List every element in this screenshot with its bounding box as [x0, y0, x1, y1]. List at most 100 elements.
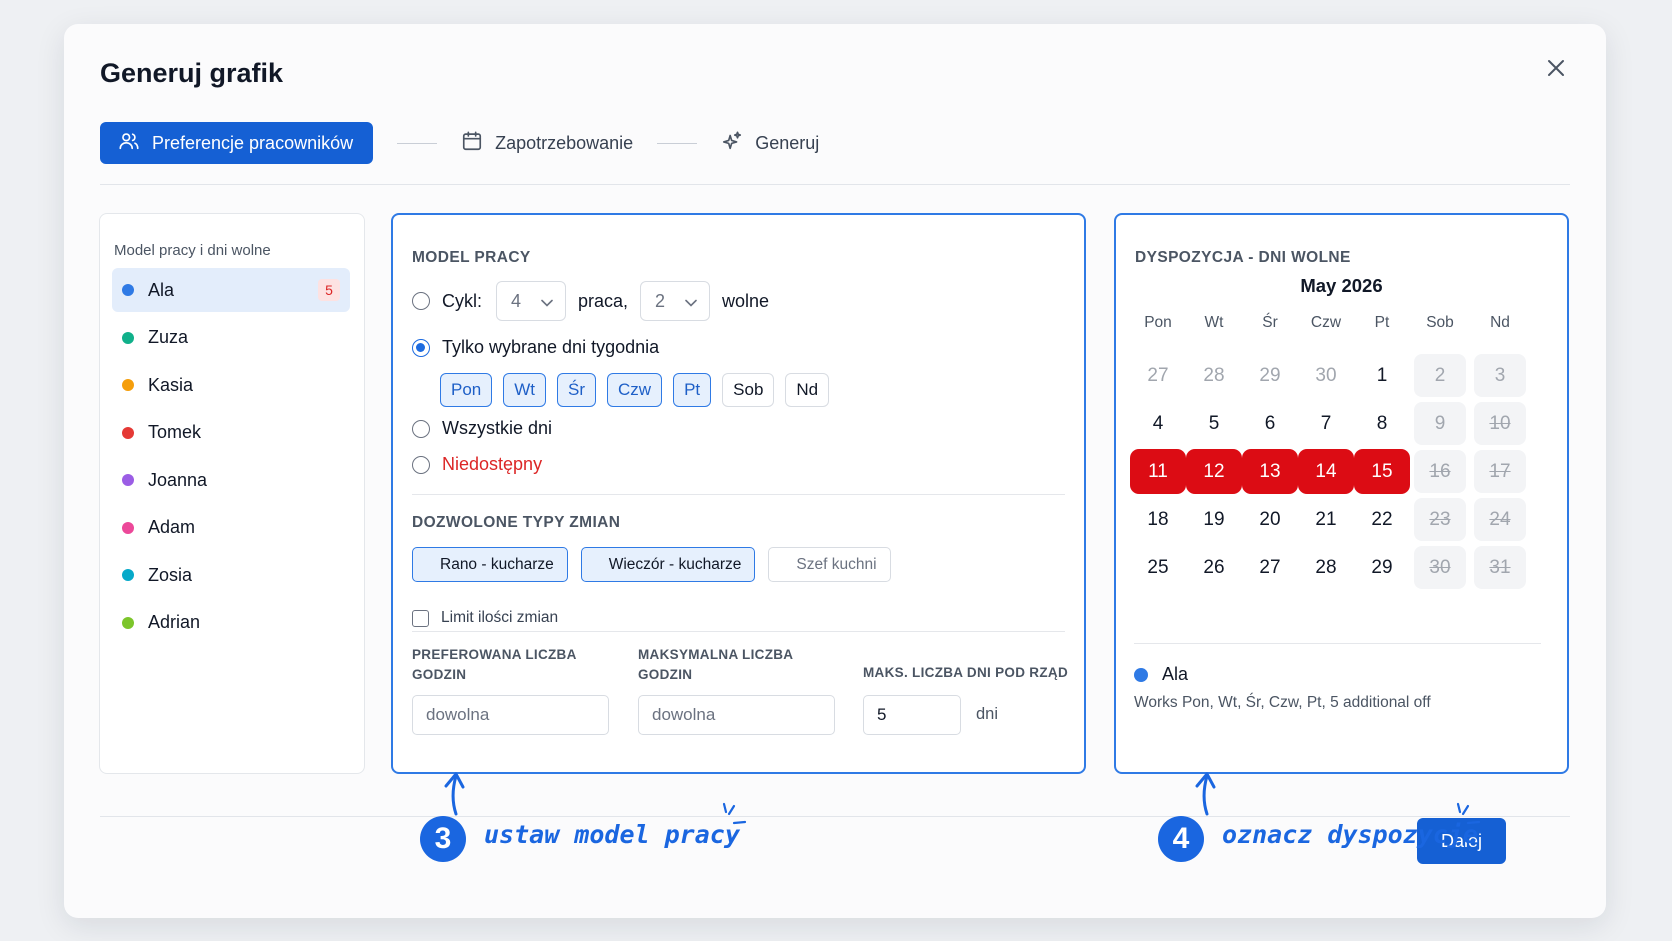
employee-item-adam[interactable]: Adam — [112, 506, 350, 550]
weekday-label: Czw — [1310, 314, 1342, 331]
calendar-day[interactable]: 25 — [1131, 545, 1185, 590]
step-employee-preferences[interactable]: Preferencje pracowników — [100, 122, 374, 164]
unavailable-option: Niedostępny — [412, 454, 542, 475]
day-toggle-nd[interactable]: Nd — [785, 373, 830, 407]
unavailable-label: Niedostępny — [442, 454, 543, 474]
selected-days-label: Tylko wybrane dni tygodnia — [442, 337, 660, 357]
calendar-month: May 2026 — [1300, 275, 1383, 296]
shift-type-morning-cooks[interactable]: Rano - kucharze — [412, 547, 568, 582]
day-toggle-pt[interactable]: Pt — [673, 373, 712, 407]
calendar-day[interactable]: 1 — [1355, 353, 1409, 398]
all-days-radio[interactable] — [412, 419, 430, 438]
calendar-day-weekend[interactable]: 30 — [1414, 546, 1466, 589]
calendar-weekday-header: Pon Wt Śr Czw Pt Sob Nd — [1130, 311, 1530, 335]
employee-panel-title: Model pracy i dni wolne — [114, 242, 271, 259]
preferred-hours-label: PREFEROWANA LICZBA GODZIN — [412, 647, 577, 682]
day-toggle-pon[interactable]: Pon — [440, 373, 493, 407]
employee-item-tomek[interactable]: Tomek — [112, 411, 350, 455]
cycle-off-select[interactable]: 2 — [640, 281, 711, 321]
weekday-label: Sob — [1426, 314, 1454, 331]
calendar-day[interactable]: 8 — [1355, 401, 1409, 446]
calendar-day-weekend[interactable]: 9 — [1414, 402, 1466, 445]
calendar-day-off[interactable]: 13 — [1242, 449, 1298, 494]
employee-name: Zosia — [148, 564, 193, 585]
all-days-label: Wszystkie dni — [442, 418, 553, 438]
max-consecutive-days-input[interactable]: 5 — [863, 695, 961, 735]
calendar-day-weekend[interactable]: 16 — [1414, 450, 1466, 493]
arrow-up-icon — [1195, 772, 1216, 816]
unavailable-radio[interactable] — [412, 455, 430, 474]
employee-color-dot — [122, 474, 134, 486]
annotation-text: oznacz dyspozycje — [1222, 820, 1478, 849]
calendar-day-off[interactable]: 11 — [1130, 449, 1186, 494]
employee-item-joanna[interactable]: Joanna — [112, 458, 350, 502]
calendar-day-weekend[interactable]: 23 — [1414, 498, 1466, 541]
employee-item-kasia[interactable]: Kasia — [112, 363, 350, 407]
employee-item-ala[interactable]: Ala 5 — [112, 268, 350, 312]
calendar-day[interactable]: 6 — [1243, 401, 1297, 446]
calendar-day-off[interactable]: 12 — [1186, 449, 1242, 494]
calendar-day-weekend[interactable]: 31 — [1474, 546, 1526, 589]
shift-type-group: Rano - kucharze Wieczór - kucharze Szef … — [412, 547, 891, 582]
calendar-day[interactable]: 19 — [1187, 497, 1241, 542]
cycle-work-select[interactable]: 4 — [496, 281, 566, 321]
calendar-day-off[interactable]: 14 — [1298, 449, 1354, 494]
calendar-day-weekend[interactable]: 2 — [1414, 354, 1466, 397]
calendar-day-weekend[interactable]: 10 — [1474, 402, 1526, 445]
calendar-day[interactable]: 26 — [1187, 545, 1241, 590]
employee-item-zosia[interactable]: Zosia — [112, 553, 350, 597]
calendar-day[interactable]: 30 — [1299, 353, 1353, 398]
employee-color-dot — [1134, 667, 1148, 682]
chevron-down-icon — [685, 291, 697, 312]
calendar-day-weekend[interactable]: 17 — [1474, 450, 1526, 493]
calendar-day[interactable]: 28 — [1299, 545, 1353, 590]
step-label: Zapotrzebowanie — [495, 132, 634, 153]
calendar-day[interactable]: 5 — [1187, 401, 1241, 446]
calendar-day[interactable]: 29 — [1243, 353, 1297, 398]
shift-type-evening-cooks[interactable]: Wieczór - kucharze — [580, 547, 756, 582]
calendar-day[interactable]: 7 — [1299, 401, 1353, 446]
calendar-day-weekend[interactable]: 3 — [1474, 354, 1526, 397]
selected-days-radio[interactable] — [412, 338, 430, 357]
calendar-day[interactable]: 29 — [1355, 545, 1409, 590]
calendar-day[interactable]: 21 — [1299, 497, 1353, 542]
stepper: Preferencje pracowników Zapotrzebowanie … — [100, 122, 819, 164]
weekday-label: Pt — [1374, 314, 1390, 331]
employee-item-zuza[interactable]: Zuza — [112, 316, 350, 360]
calendar-day[interactable]: 28 — [1187, 353, 1241, 398]
employee-name: Tomek — [148, 422, 202, 442]
calendar-day[interactable]: 18 — [1131, 497, 1185, 542]
weekday-toggle-group: Pon Wt Śr Czw Pt Sob Nd — [440, 373, 830, 407]
availability-panel: DYSPOZYCJA - DNI WOLNE May 2026 Pon Wt Ś… — [1114, 213, 1569, 774]
calendar-day-off[interactable]: 15 — [1354, 449, 1410, 494]
cycle-radio[interactable] — [412, 292, 430, 310]
shift-type-head-chef[interactable]: Szef kuchni — [768, 547, 891, 582]
employee-name: Ala — [148, 279, 175, 300]
calendar-day[interactable]: 20 — [1243, 497, 1297, 542]
day-toggle-wt[interactable]: Wt — [503, 373, 547, 407]
max-hours-input[interactable]: dowolna — [638, 695, 835, 735]
day-toggle-sr[interactable]: Śr — [557, 373, 597, 407]
day-toggle-sob[interactable]: Sob — [722, 373, 775, 407]
calendar-day-weekend[interactable]: 24 — [1474, 498, 1526, 541]
calendar-day[interactable]: 27 — [1131, 353, 1185, 398]
weekday-label: Wt — [1204, 314, 1224, 331]
step-label: Preferencje pracowników — [152, 132, 354, 153]
work-model-heading: MODEL PRACY — [412, 249, 531, 266]
footer-divider — [100, 816, 1570, 817]
day-toggle-czw[interactable]: Czw — [607, 373, 663, 407]
calendar-day[interactable]: 4 — [1131, 401, 1185, 446]
step-number-badge: 3 — [420, 816, 466, 862]
step-demand[interactable]: Zapotrzebowanie — [461, 130, 633, 157]
calendar-day[interactable]: 22 — [1355, 497, 1409, 542]
cycle-work-value: 4 — [511, 290, 522, 311]
employee-color-dot — [122, 616, 134, 629]
step-generate[interactable]: Generuj — [721, 130, 819, 157]
preferred-hours-input[interactable]: dowolna — [412, 695, 609, 735]
close-icon[interactable] — [1542, 54, 1570, 82]
cycle-off-value: 2 — [655, 290, 666, 311]
calendar-day[interactable]: 27 — [1243, 545, 1297, 590]
employee-item-adrian[interactable]: Adrian — [112, 601, 350, 645]
shift-limit-checkbox[interactable] — [412, 609, 429, 627]
employee-name: Kasia — [148, 374, 194, 395]
